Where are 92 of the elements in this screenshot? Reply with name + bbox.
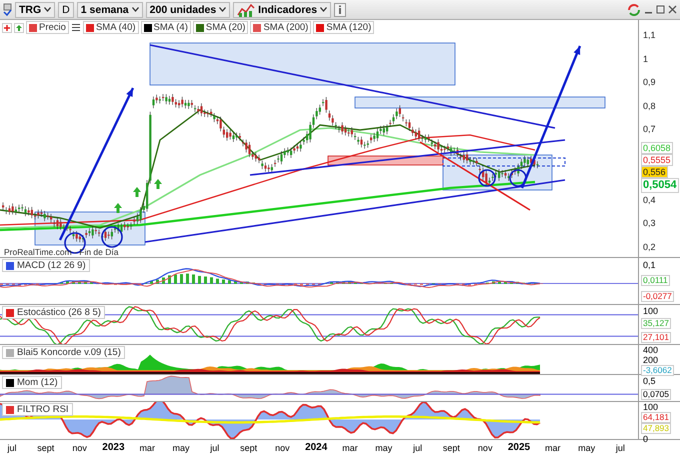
axis-label: 1,1 <box>642 30 656 42</box>
axis-label: 1 <box>642 54 648 66</box>
value-tag: 27,101 <box>641 332 671 343</box>
indicators-dropdown[interactable]: Indicadores <box>233 2 332 18</box>
legend-item[interactable]: SMA (200) <box>250 21 312 34</box>
caret-icon <box>132 7 139 12</box>
axis-label: nov <box>478 443 492 454</box>
axis-label: 2025 <box>508 442 530 453</box>
caret-icon <box>320 7 328 12</box>
price-tag: 0,5555 <box>641 154 673 166</box>
axis-label: 0,7 <box>642 124 656 136</box>
axis-label: 0,4 <box>642 194 656 206</box>
axis-label: may <box>578 443 596 454</box>
axis-label: 0,8 <box>642 100 656 112</box>
caret-icon <box>219 7 226 12</box>
up-arrow-icon <box>114 203 122 213</box>
data-source-label: ProRealTime.com - Fin de Día <box>4 247 118 257</box>
legend-item[interactable]: SMA (120) <box>313 21 374 34</box>
indicator-label[interactable]: MACD (12 26 9) <box>2 259 90 272</box>
value-tag: 0,0111 <box>641 274 670 286</box>
indicator-label[interactable]: Blai5 Koncorde v.09 (15) <box>2 346 125 359</box>
indicator-title: FILTRO RSI <box>17 404 69 415</box>
axis-label: 0,9 <box>642 77 656 89</box>
caret-icon <box>44 7 52 12</box>
list-icon[interactable] <box>70 23 81 32</box>
axis-label: jul <box>8 443 16 454</box>
axis-label: may <box>375 443 392 454</box>
indicator-title: Blai5 Koncorde v.09 (15) <box>17 347 121 358</box>
indicator-title: MACD (12 26 9) <box>17 260 86 271</box>
legend-label: Precio <box>39 22 66 33</box>
axis-label: jul <box>210 443 220 454</box>
value-tag: -3,6062 <box>641 365 674 376</box>
legend-item[interactable]: SMA (4) <box>140 21 191 34</box>
indicator-label[interactable]: FILTRO RSI <box>2 403 73 416</box>
indicator-label[interactable]: Estocástico (26 8 5) <box>2 306 105 319</box>
legend-item[interactable]: Precio <box>26 21 69 34</box>
maximize-icon[interactable] <box>656 5 665 14</box>
axis-label: 2023 <box>102 442 125 453</box>
value-tag: -0,0277 <box>641 290 674 302</box>
axis-label: 200 <box>642 355 660 365</box>
legend-label: SMA (4) <box>154 22 188 33</box>
crosshair-icon[interactable] <box>2 22 12 32</box>
up-arrow-icon <box>133 187 141 197</box>
axis-label: 100 <box>642 402 660 412</box>
indicator-label[interactable]: Mom (12) <box>2 376 62 389</box>
axis-label: sept <box>240 443 258 454</box>
circle-marker <box>101 226 123 248</box>
axis-label: 0,1 <box>642 260 657 270</box>
axis-label: 2024 <box>305 442 328 453</box>
chart-icon <box>237 2 256 16</box>
axis-label: sept <box>37 443 54 454</box>
close-icon[interactable] <box>668 5 677 14</box>
price-tag: 0,556 <box>641 166 668 178</box>
symbol-dropdown[interactable]: TRG <box>15 2 56 18</box>
axis-label: nov <box>72 443 87 454</box>
legend-label: SMA (120) <box>326 22 372 33</box>
axis-label: 400 <box>642 345 660 355</box>
up-arrow-icon <box>154 179 162 189</box>
info-icon[interactable] <box>334 2 346 16</box>
axis-label: 0 <box>642 434 650 444</box>
axis-label: sept <box>442 443 460 454</box>
refresh-icon[interactable] <box>627 2 641 16</box>
legend-label: SMA (20) <box>206 22 246 33</box>
value-tag: 0,0705 <box>641 388 671 400</box>
legend-label: SMA (200) <box>263 22 308 33</box>
legend-item[interactable]: SMA (40) <box>82 21 139 34</box>
period-dropdown[interactable]: 1 semana <box>76 2 143 18</box>
value-tag: 35,127 <box>641 318 671 330</box>
axis-label: mar <box>342 443 358 454</box>
axis-label: mar <box>139 443 155 454</box>
legend-label: SMA (40) <box>96 22 136 33</box>
axis-label: nov <box>275 443 290 454</box>
value-tag: 64,181 <box>641 412 671 423</box>
up-arrow-icon[interactable] <box>14 22 24 32</box>
mode-button[interactable]: D <box>58 2 74 18</box>
axis-label: jul <box>413 443 422 454</box>
units-dropdown[interactable]: 200 unidades <box>146 2 230 18</box>
circle-marker <box>478 169 496 187</box>
axis-label: jul <box>616 443 625 454</box>
axis-label: 100 <box>642 306 660 316</box>
price-tag: 0,5054 <box>641 178 679 192</box>
axis-label: 0,5 <box>642 376 657 386</box>
value-tag: 47,893 <box>641 423 671 434</box>
axis-label: 0,3 <box>642 218 656 230</box>
indicator-title: Mom (12) <box>17 377 58 388</box>
indicator-title: Estocástico (26 8 5) <box>17 307 101 318</box>
axis-label: mar <box>545 443 561 454</box>
axis-label: 0,2 <box>642 242 656 254</box>
circle-marker <box>509 169 527 187</box>
axis-label: may <box>172 443 190 454</box>
price-tag: 0,6058 <box>641 142 673 154</box>
legend-item[interactable]: SMA (20) <box>192 21 248 34</box>
